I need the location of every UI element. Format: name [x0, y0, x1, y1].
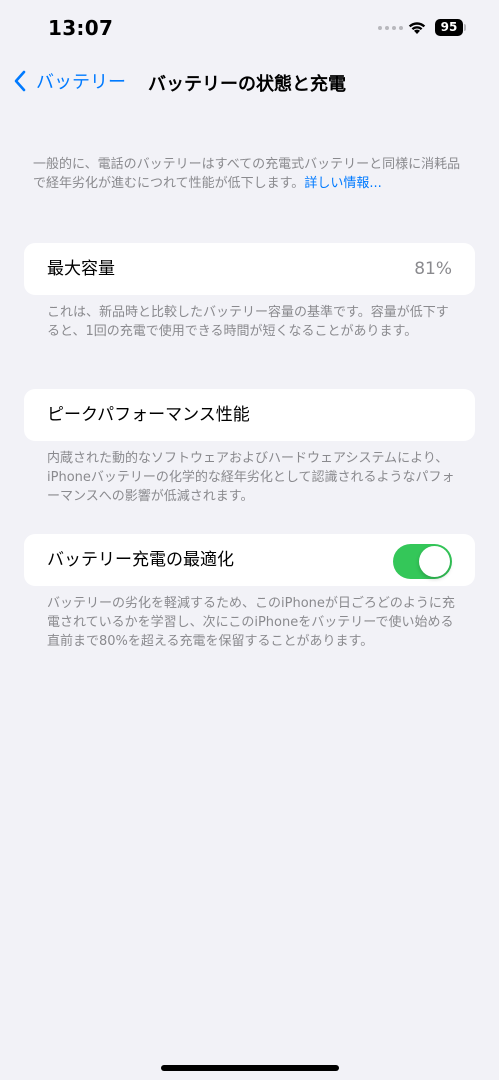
navigation-bar: バッテリー バッテリーの状態と充電 [0, 60, 499, 104]
intro-description: 一般的に、電話のバッテリーはすべての充電式バッテリーと同様に消耗品で経年劣化が進… [33, 157, 461, 191]
wifi-icon [408, 22, 426, 34]
back-button[interactable]: バッテリー [12, 68, 126, 94]
max-capacity-row: 最大容量 81% [24, 243, 475, 295]
back-label: バッテリー [36, 72, 126, 93]
toggle-knob [419, 546, 450, 577]
optimized-charging-toggle[interactable] [393, 544, 452, 579]
max-capacity-label: 最大容量 [47, 259, 115, 279]
max-capacity-value: 81% [414, 259, 452, 279]
chevron-left-icon [14, 70, 26, 92]
status-bar: 13:07 95 [0, 0, 499, 56]
battery-icon: 95 [435, 19, 463, 36]
cellular-signal-icon [378, 26, 403, 30]
peak-performance-footer: 内蔵された動的なソフトウェアおよびハードウェアシステムにより、iPhoneバッテ… [47, 451, 455, 504]
status-time: 13:07 [48, 16, 114, 40]
max-capacity-footer: これは、新品時と比較したバッテリー容量の基準です。容量が低下すると、1回の充電で… [47, 305, 449, 339]
peak-performance-label: ピークパフォーマンス性能 [47, 405, 250, 425]
learn-more-link[interactable]: 詳しい情報... [304, 176, 381, 191]
page-title: バッテリーの状態と充電 [148, 74, 346, 95]
peak-performance-row[interactable]: ピークパフォーマンス性能 [24, 389, 475, 441]
optimized-charging-label: バッテリー充電の最適化 [47, 550, 234, 570]
optimized-charging-footer: バッテリーの劣化を軽減するため、このiPhoneが日ごろどのように充電されている… [47, 596, 455, 649]
battery-tip [464, 24, 466, 31]
intro-text: 一般的に、電話のバッテリーはすべての充電式バッテリーと同様に消耗品で経年劣化が進… [33, 155, 465, 193]
optimized-charging-row: バッテリー充電の最適化 [24, 534, 475, 586]
home-indicator[interactable] [161, 1065, 339, 1071]
